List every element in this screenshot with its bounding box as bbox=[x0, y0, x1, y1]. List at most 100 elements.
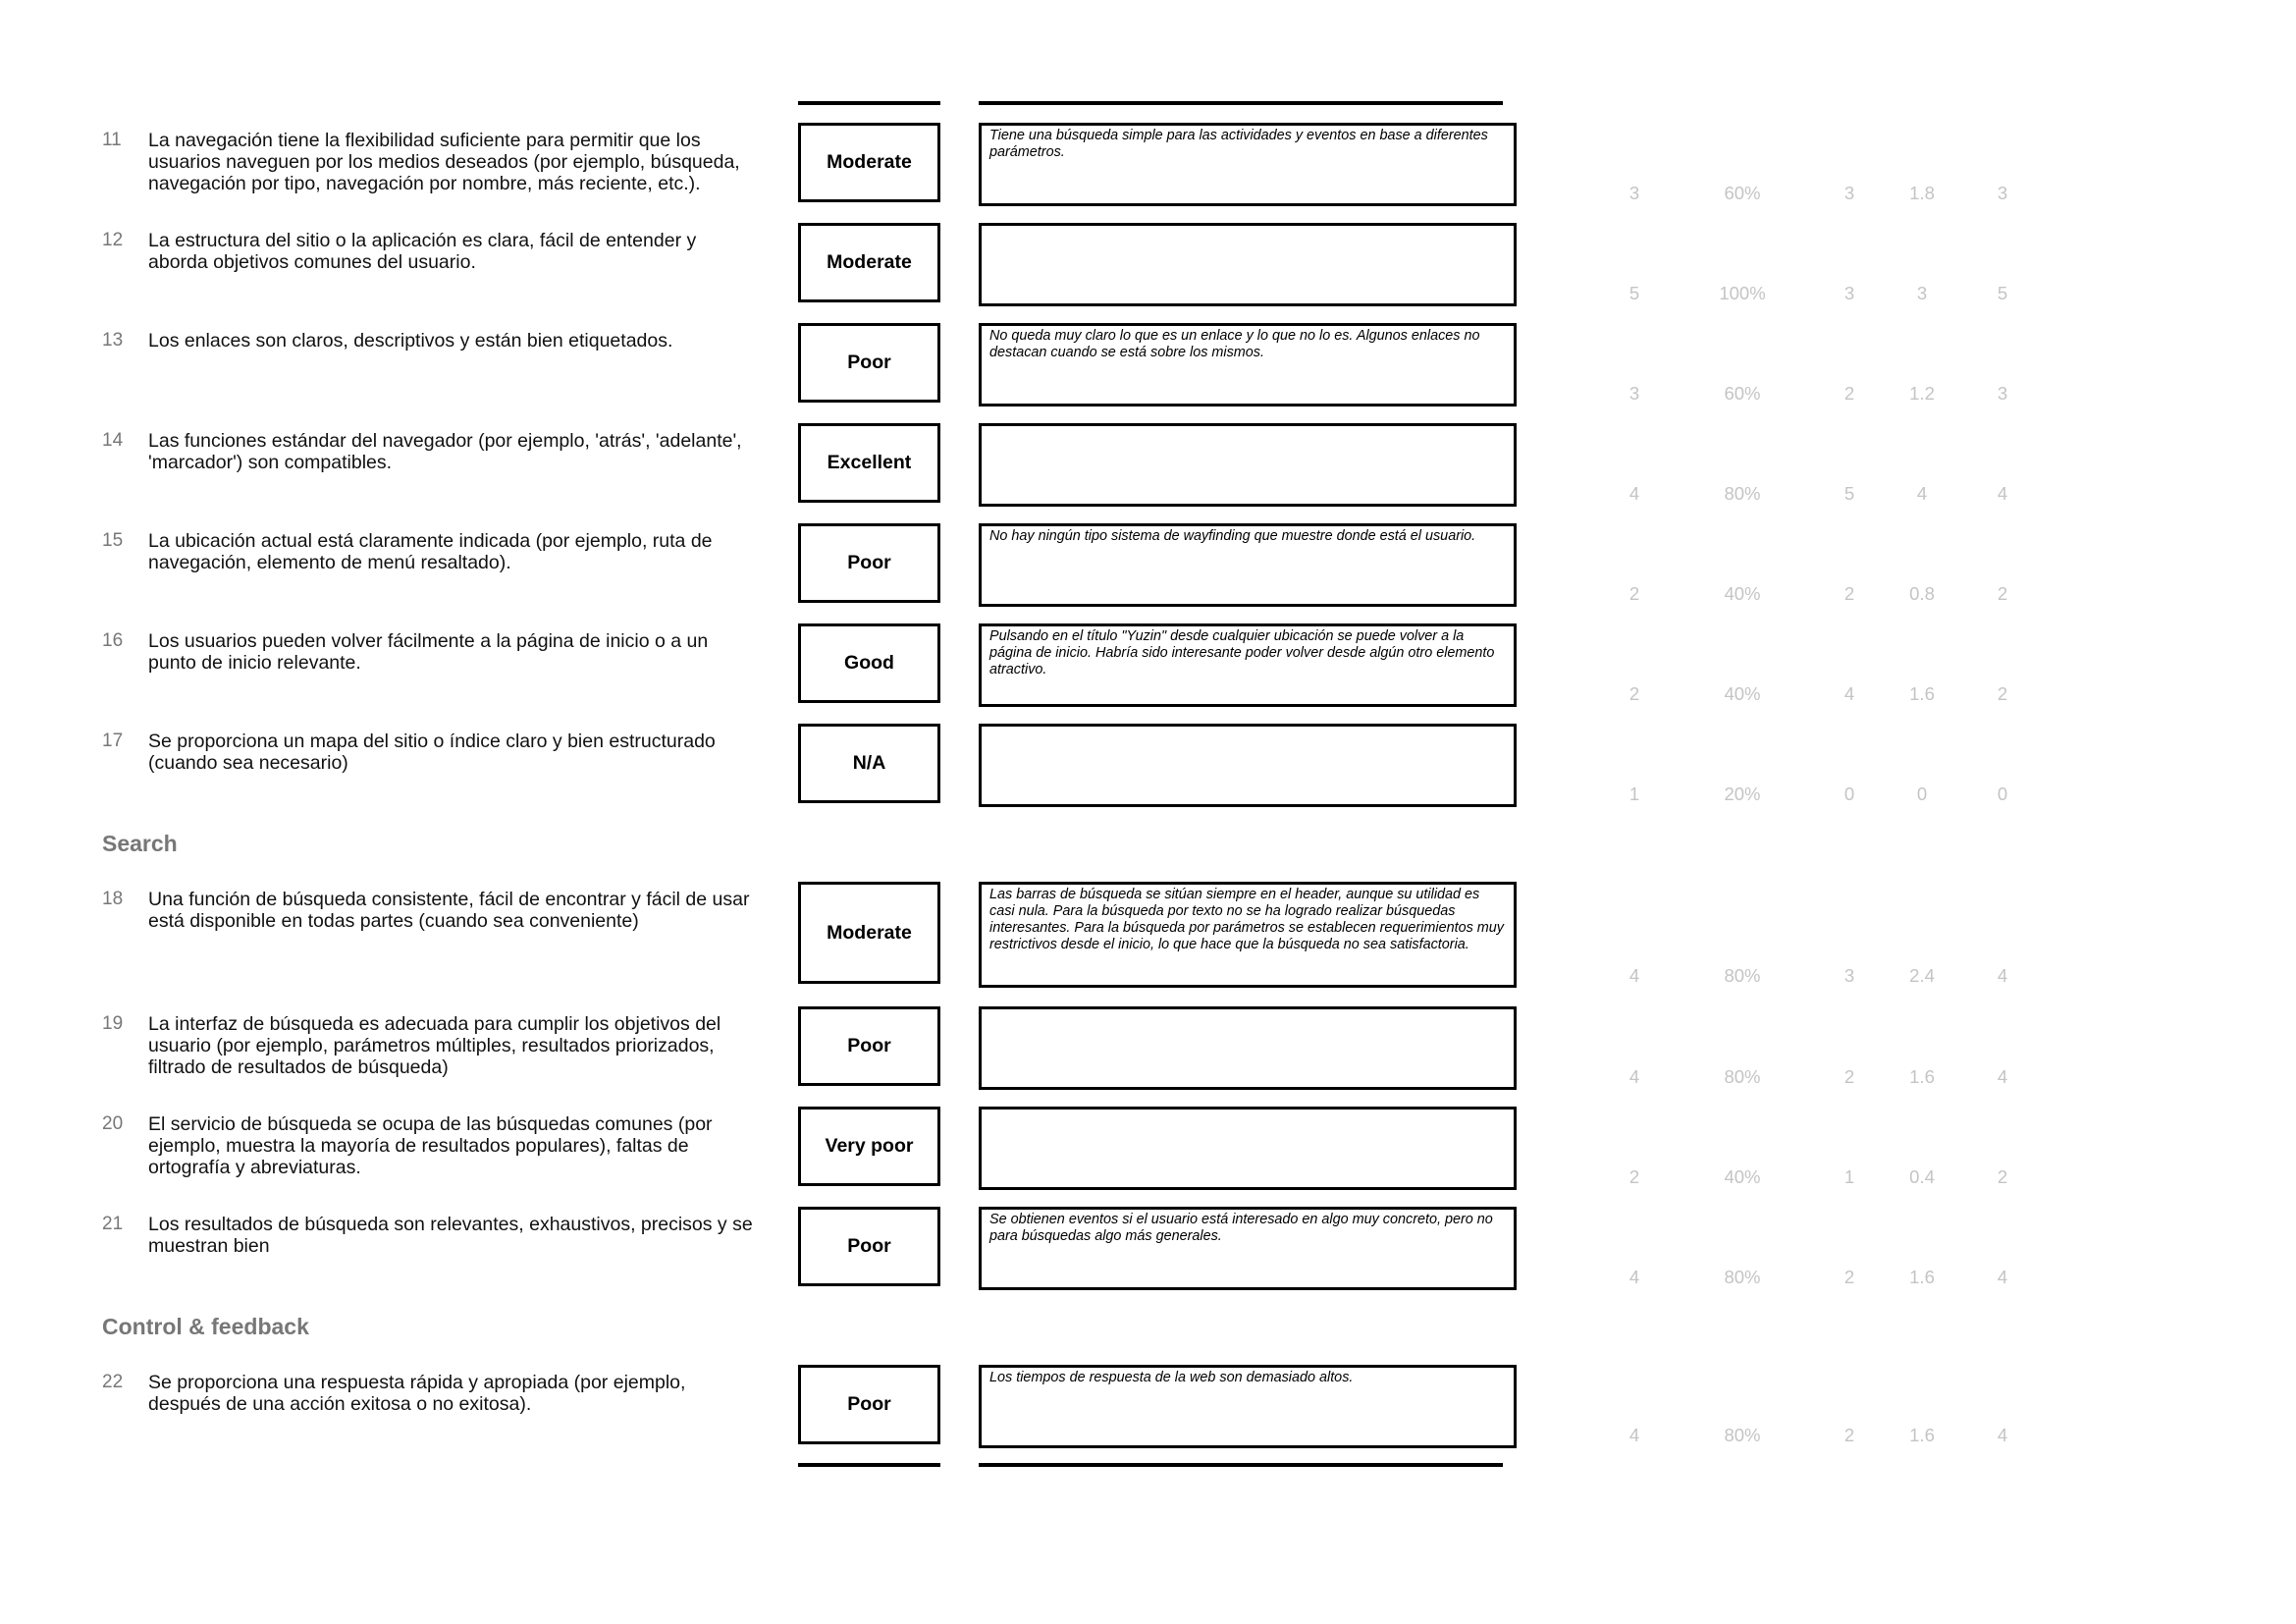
row-number: 13 bbox=[102, 330, 124, 351]
stat-rating-value: 2 bbox=[1843, 583, 1855, 604]
rating-box[interactable]: Poor bbox=[798, 523, 940, 603]
stat-percent: 40% bbox=[1724, 1166, 1761, 1187]
question-text: La interfaz de búsqueda es adecuada para… bbox=[148, 1013, 721, 1078]
row-number: 22 bbox=[102, 1372, 124, 1392]
row-number: 20 bbox=[102, 1113, 124, 1134]
row-number: 15 bbox=[102, 530, 124, 551]
rating-box[interactable]: Poor bbox=[798, 1365, 940, 1444]
rating-box[interactable]: Moderate bbox=[798, 223, 940, 302]
stat-weighted: 0 bbox=[1916, 784, 1928, 804]
comment-box[interactable]: Tiene una búsqueda simple para las activ… bbox=[979, 123, 1517, 206]
stat-percent: 100% bbox=[1719, 283, 1766, 303]
comment-box[interactable] bbox=[979, 724, 1517, 807]
stat-rating-value: 2 bbox=[1843, 1425, 1855, 1445]
question-text: Se proporciona un mapa del sitio o índic… bbox=[148, 731, 716, 774]
stat-final: 4 bbox=[1997, 483, 2008, 504]
question-text: Los enlaces son claros, descriptivos y e… bbox=[148, 330, 673, 352]
comment-box[interactable]: Pulsando en el título "Yuzin" desde cual… bbox=[979, 623, 1517, 707]
stat-final: 2 bbox=[1997, 1166, 2008, 1187]
stat-weighted: 3 bbox=[1916, 283, 1928, 303]
stat-weighted: 1.8 bbox=[1909, 183, 1935, 203]
comment-box[interactable]: Se obtienen eventos si el usuario está i… bbox=[979, 1207, 1517, 1290]
stat-percent: 60% bbox=[1724, 383, 1761, 404]
stat-rating-value: 4 bbox=[1843, 683, 1855, 704]
row-number: 17 bbox=[102, 731, 124, 751]
comment-box[interactable] bbox=[979, 1107, 1517, 1190]
stat-weighted: 1.6 bbox=[1909, 683, 1935, 704]
row-number: 14 bbox=[102, 430, 124, 451]
rating-box[interactable]: N/A bbox=[798, 724, 940, 803]
row-number: 12 bbox=[102, 230, 124, 250]
question-text: Los usuarios pueden volver fácilmente a … bbox=[148, 630, 709, 674]
stat-rating-value: 2 bbox=[1843, 1066, 1855, 1087]
stat-percent: 80% bbox=[1724, 1425, 1761, 1445]
stat-percent: 40% bbox=[1724, 583, 1761, 604]
stat-weighted: 1.6 bbox=[1909, 1066, 1935, 1087]
stat-final: 5 bbox=[1997, 283, 2008, 303]
stat-rating-value: 3 bbox=[1843, 965, 1855, 986]
stat-rating-value: 3 bbox=[1843, 183, 1855, 203]
stat-final: 2 bbox=[1997, 583, 2008, 604]
stat-percent: 80% bbox=[1724, 965, 1761, 986]
question-text: La navegación tiene la flexibilidad sufi… bbox=[148, 130, 740, 194]
stat-weighted: 2.4 bbox=[1909, 965, 1935, 986]
rating-box[interactable]: Poor bbox=[798, 1207, 940, 1286]
comment-box[interactable]: Las barras de búsqueda se sitúan siempre… bbox=[979, 882, 1517, 988]
stat-final: 2 bbox=[1997, 683, 2008, 704]
stat-score: 3 bbox=[1629, 183, 1640, 203]
rating-box[interactable]: Poor bbox=[798, 1006, 940, 1086]
rating-box[interactable]: Poor bbox=[798, 323, 940, 403]
stat-score: 5 bbox=[1629, 283, 1640, 303]
rating-box[interactable]: Moderate bbox=[798, 123, 940, 202]
stat-score: 2 bbox=[1629, 683, 1640, 704]
stat-percent: 80% bbox=[1724, 1267, 1761, 1287]
stat-weighted: 0.8 bbox=[1909, 583, 1935, 604]
question-text: La ubicación actual está claramente indi… bbox=[148, 530, 713, 573]
stat-weighted: 1.6 bbox=[1909, 1267, 1935, 1287]
question-text: El servicio de búsqueda se ocupa de las … bbox=[148, 1113, 713, 1178]
stat-final: 4 bbox=[1997, 1066, 2008, 1087]
stat-score: 4 bbox=[1629, 1425, 1640, 1445]
stat-percent: 80% bbox=[1724, 483, 1761, 504]
stat-score: 1 bbox=[1629, 784, 1640, 804]
stat-percent: 40% bbox=[1724, 683, 1761, 704]
rating-box[interactable]: Moderate bbox=[798, 882, 940, 984]
row-number: 19 bbox=[102, 1013, 124, 1034]
comment-box[interactable]: No hay ningún tipo sistema de wayfinding… bbox=[979, 523, 1517, 607]
rating-column-bottom-rule bbox=[798, 1463, 940, 1467]
stat-score: 4 bbox=[1629, 1066, 1640, 1087]
stat-final: 4 bbox=[1997, 965, 2008, 986]
question-text: Los resultados de búsqueda son relevante… bbox=[148, 1214, 753, 1257]
stat-weighted: 1.6 bbox=[1909, 1425, 1935, 1445]
comment-column-top-rule bbox=[979, 101, 1503, 105]
question-text: Una función de búsqueda consistente, fác… bbox=[148, 889, 750, 932]
stat-score: 3 bbox=[1629, 383, 1640, 404]
comment-column-bottom-rule bbox=[979, 1463, 1503, 1467]
section-heading-search: Search bbox=[102, 831, 178, 856]
stat-final: 3 bbox=[1997, 183, 2008, 203]
row-number: 21 bbox=[102, 1214, 124, 1234]
stat-rating-value: 5 bbox=[1843, 483, 1855, 504]
stat-final: 4 bbox=[1997, 1425, 2008, 1445]
stat-percent: 80% bbox=[1724, 1066, 1761, 1087]
section-heading-control-feedback: Control & feedback bbox=[102, 1314, 309, 1339]
stat-weighted: 1.2 bbox=[1909, 383, 1935, 404]
row-number: 16 bbox=[102, 630, 124, 651]
comment-box[interactable] bbox=[979, 1006, 1517, 1090]
stat-percent: 20% bbox=[1724, 784, 1761, 804]
row-number: 11 bbox=[102, 130, 122, 150]
rating-box[interactable]: Excellent bbox=[798, 423, 940, 503]
rating-box[interactable]: Very poor bbox=[798, 1107, 940, 1186]
stat-rating-value: 3 bbox=[1843, 283, 1855, 303]
stat-score: 2 bbox=[1629, 583, 1640, 604]
stat-score: 2 bbox=[1629, 1166, 1640, 1187]
stat-score: 4 bbox=[1629, 1267, 1640, 1287]
comment-box[interactable]: No queda muy claro lo que es un enlace y… bbox=[979, 323, 1517, 406]
stat-rating-value: 0 bbox=[1843, 784, 1855, 804]
rating-box[interactable]: Good bbox=[798, 623, 940, 703]
comment-box[interactable] bbox=[979, 423, 1517, 507]
comment-box[interactable] bbox=[979, 223, 1517, 306]
stat-score: 4 bbox=[1629, 483, 1640, 504]
stat-weighted: 0.4 bbox=[1909, 1166, 1935, 1187]
comment-box[interactable]: Los tiempos de respuesta de la web son d… bbox=[979, 1365, 1517, 1448]
